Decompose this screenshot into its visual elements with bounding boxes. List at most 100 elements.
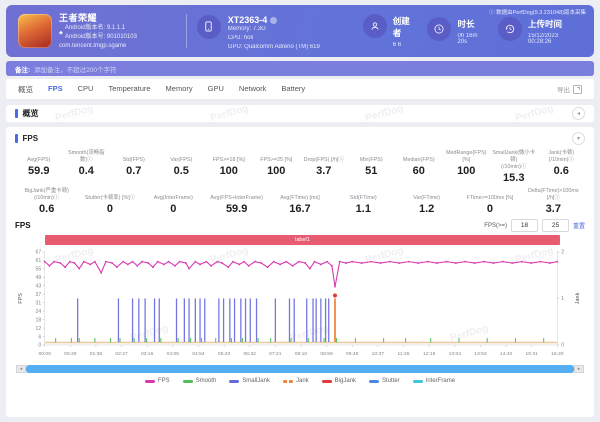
chart-legend: FPS Smooth SmallJank Jank BigJank Stutter Inte…	[15, 375, 585, 388]
export-label: 导出	[557, 84, 570, 94]
fps-threshold-input-1[interactable]	[511, 219, 538, 232]
note-input[interactable]: 备注: 添加备注，不超过200个字符	[6, 61, 594, 76]
stat-item-1: Smooth(流畅指数)ⓘ0.4	[63, 150, 111, 184]
game-info-block: 王者荣耀 ◆ Android版本名: 9.1.1.1 Android版本号: 9…	[18, 11, 184, 51]
chart-scrollbar[interactable]: ◂ ▸	[16, 365, 584, 373]
reset-link[interactable]: 重置	[573, 221, 585, 230]
tab-network[interactable]: Network	[239, 84, 267, 95]
stat-item-2: Avg(InterFrame)0	[142, 188, 205, 215]
stat-value: 0.7	[110, 165, 158, 177]
stat-value: 60	[395, 165, 443, 177]
tab-battery[interactable]: Battery	[281, 84, 305, 95]
fps-section: FPS ▾ Avg(FPS)59.9Smooth(流畅指数)ⓘ0.4Std(FP…	[6, 127, 594, 417]
stat-value: 51	[348, 165, 396, 177]
legend-item-fps[interactable]: FPS	[145, 378, 170, 384]
stat-label: Var(FPS)	[158, 150, 206, 164]
svg-text:08:10: 08:10	[295, 351, 308, 357]
stat-label: Avg(FPS+InterFrame)	[205, 188, 268, 202]
tab-gpu[interactable]: GPU	[208, 84, 224, 95]
device-info-block: XT2363-4 Memory: 7.3G CPU: holi GPU: Qua…	[197, 11, 353, 52]
stat-item-8: Median(FPS)60	[395, 150, 443, 184]
fps-threshold-input-2[interactable]	[542, 219, 569, 232]
legend-label: SmallJank	[242, 378, 270, 384]
device-gpu: GPU: Qualcomm Adreno (TM) 619	[228, 43, 320, 52]
duration-label: 时长	[457, 18, 488, 30]
legend-item-smooth[interactable]: Smooth	[183, 378, 217, 384]
svg-text:12: 12	[36, 326, 42, 332]
tab-memory[interactable]: Memory	[166, 84, 193, 95]
stat-label: Drop(FPS) [/h]ⓘ	[300, 150, 348, 164]
fullscreen-icon[interactable]	[573, 85, 582, 94]
svg-text:04:05: 04:05	[167, 351, 180, 357]
tab-fps[interactable]: FPS	[48, 84, 63, 95]
chart-header: FPS FPS(>=) 重置	[15, 219, 585, 232]
scroll-right-button[interactable]: ▸	[574, 365, 584, 373]
fps-section-title: FPS	[23, 134, 573, 143]
stat-item-9: MedRange(FPS)[%]100	[443, 150, 491, 184]
creator-value: 6 6	[393, 42, 418, 48]
legend-swatch	[322, 380, 332, 383]
svg-text:49: 49	[36, 275, 42, 281]
header-divider	[186, 14, 187, 48]
tab-temperature[interactable]: Temperature	[108, 84, 150, 95]
stat-item-0: BigJank(严重卡顿) (/10min)ⓘ0.6	[15, 188, 78, 215]
stat-value: 0	[142, 203, 205, 215]
stat-item-4: Avg(FTime) [ms]16.7	[268, 188, 331, 215]
collapse-overview-button[interactable]: ◂	[572, 107, 585, 120]
legend-label: Smooth	[196, 378, 217, 384]
stat-value: 1.1	[332, 203, 395, 215]
svg-text:18: 18	[36, 317, 42, 323]
stat-label: Smooth(流畅指数)ⓘ	[63, 150, 111, 164]
legend-item-interframe[interactable]: InterFrame	[413, 378, 455, 384]
legend-item-smalljank[interactable]: SmallJank	[229, 378, 270, 384]
device-cpu: CPU: holi	[228, 34, 320, 43]
diamond-icon: ◆	[59, 30, 63, 36]
android-version-code: Android版本号: 901010103	[65, 33, 137, 42]
tab-cpu[interactable]: CPU	[78, 84, 94, 95]
svg-text:Jank: Jank	[575, 293, 581, 305]
stat-label: SmallJank(微小卡顿) (/10min)ⓘ	[490, 150, 538, 171]
stat-value: 1.2	[395, 203, 458, 215]
collect-version-info: ⓘ 数据由PerfDog(9.3.231048)版本采集	[489, 8, 586, 16]
svg-text:15:31: 15:31	[525, 351, 538, 357]
svg-text:16:20: 16:20	[551, 351, 564, 357]
legend-item-bigjank[interactable]: BigJank	[322, 378, 356, 384]
game-name: 王者荣耀	[59, 11, 137, 24]
legend-swatch	[283, 380, 293, 383]
fps-chart[interactable]: 6761554943373124181260210FPSJank00:0000:…	[15, 246, 585, 365]
svg-text:24: 24	[36, 309, 42, 315]
tabs-container: 概览 FPS CPU Temperature Memory GPU Network Batte…	[18, 84, 557, 95]
stat-value: 59.9	[205, 203, 268, 215]
section-accent-bar	[15, 134, 18, 143]
export-button[interactable]: 导出	[557, 84, 582, 94]
svg-text:0: 0	[38, 343, 41, 349]
stat-label: Jank(卡顿) (/10min)ⓘ	[538, 150, 586, 164]
stat-value: 3.7	[522, 203, 585, 215]
stat-label: Avg(FPS)	[15, 150, 63, 164]
stat-label: Stutter(卡顿率) [%]ⓘ	[78, 188, 141, 202]
stat-item-3: Avg(FPS+InterFrame)59.9	[205, 188, 268, 215]
svg-text:43: 43	[36, 284, 42, 290]
stat-item-0: Avg(FPS)59.9	[15, 150, 63, 184]
legend-item-jank[interactable]: Jank	[283, 378, 309, 384]
stat-label: FPS>=25 [%]	[253, 150, 301, 164]
scrollbar-track[interactable]	[26, 365, 574, 373]
duration-block: 时长 0h 16m 20s	[427, 17, 488, 45]
scroll-left-button[interactable]: ◂	[16, 365, 26, 373]
stat-item-6: Var(FTime)1.2	[395, 188, 458, 215]
note-placeholder: 添加备注，不超过200个字符	[34, 64, 116, 74]
svg-text:2: 2	[561, 250, 564, 256]
stat-item-10: SmallJank(微小卡顿) (/10min)ⓘ15.3	[490, 150, 538, 184]
collapse-fps-button[interactable]: ▾	[572, 132, 585, 145]
svg-text:0: 0	[561, 343, 564, 349]
fps-stats-row-1: Avg(FPS)59.9Smooth(流畅指数)ⓘ0.4Std(FPS)0.7V…	[15, 150, 585, 184]
svg-text:13:53: 13:53	[474, 351, 487, 357]
legend-item-stutter[interactable]: Stutter	[369, 378, 400, 384]
stat-item-1: Stutter(卡顿率) [%]ⓘ0	[78, 188, 141, 215]
scrollbar-thumb[interactable]	[26, 365, 574, 373]
stat-value: 100	[443, 165, 491, 177]
svg-text:37: 37	[36, 292, 42, 298]
stat-label: Var(FTime)	[395, 188, 458, 202]
tab-概览[interactable]: 概览	[18, 84, 33, 95]
device-badge-icon	[270, 17, 277, 24]
